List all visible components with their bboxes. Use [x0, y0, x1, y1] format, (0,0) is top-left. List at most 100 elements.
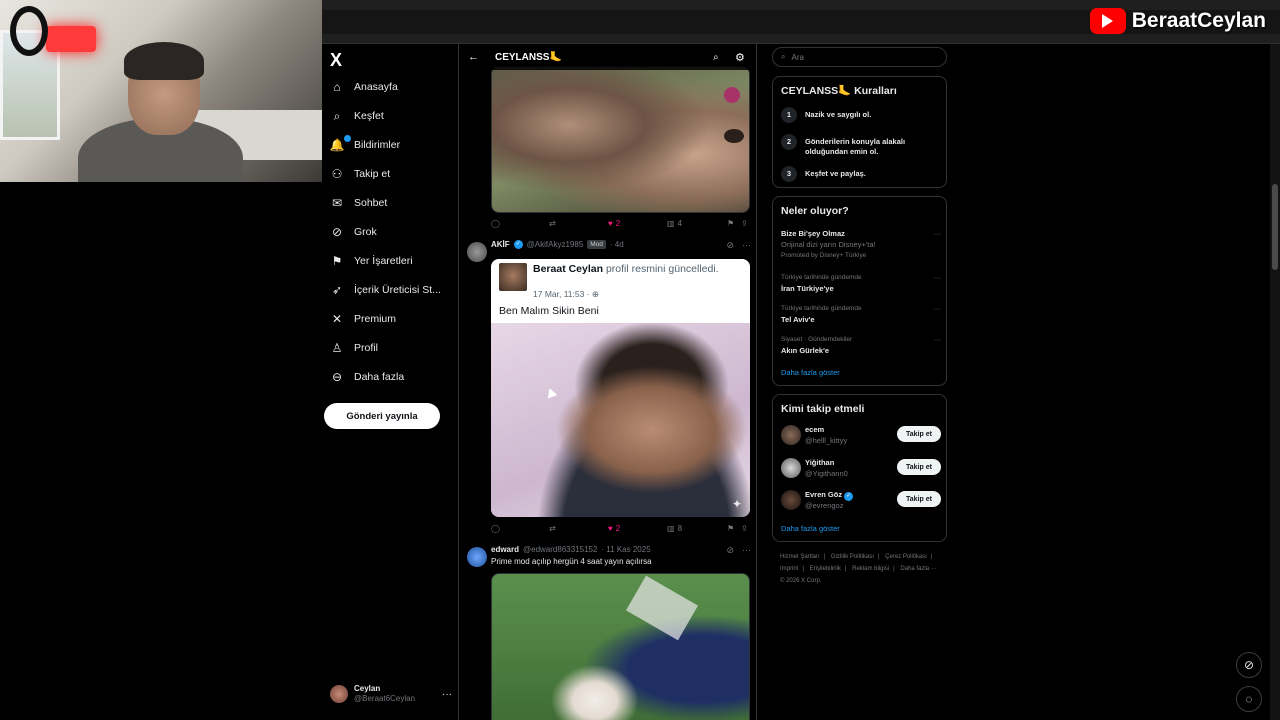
webcam-headphones [10, 6, 48, 56]
nav-item-more[interactable]: ⊖ Daha fazla [330, 366, 404, 388]
nav-item-notifications[interactable]: 🔔 Bildirimler [330, 134, 400, 156]
more-icon[interactable]: ··· [934, 228, 942, 239]
who-to-follow-panel: Kimi takip etmeli ecem @helll_kittyy Tak… [772, 394, 947, 542]
show-more-link[interactable]: Daha fazla göster [781, 524, 840, 533]
avatar[interactable] [467, 242, 487, 262]
rocket-icon: ➶ [331, 283, 343, 297]
show-more-link[interactable]: Daha fazla göster [781, 368, 840, 377]
scrollbar[interactable] [1270, 44, 1280, 720]
footer-link[interactable]: Reklam bilgisi [852, 566, 889, 572]
footer-link[interactable]: Çerez Politikası [885, 554, 927, 560]
rule-item: 1 Nazik ve saygılı ol. [781, 107, 941, 123]
nav-item-chat[interactable]: ✉ Sohbet [330, 192, 387, 214]
scrollbar-thumb[interactable] [1272, 184, 1278, 270]
reply-icon[interactable]: ◯ [491, 219, 500, 228]
post-media-image[interactable] [491, 66, 750, 213]
footer-link[interactable]: Gizlilik Politikası [831, 554, 874, 560]
trends-title: Neler oluyor? [781, 205, 849, 217]
trend-item[interactable]: Siyaset · Gündemdekiler Akın Gürlek'e ··… [781, 334, 941, 356]
nav-item-label: İçerik Üreticisi St... [354, 284, 441, 296]
nav-item-profile[interactable]: ♙ Profil [330, 337, 378, 359]
post-time[interactable]: · 11 Kas 2025 [601, 545, 650, 554]
reply-icon[interactable]: ◯ [491, 524, 500, 533]
rules-title: CEYLANSS🦶 Kuralları [781, 85, 897, 97]
bookmark-icon[interactable]: ⚑ [727, 219, 734, 228]
follow-button[interactable]: Takip et [897, 491, 941, 507]
repost-icon[interactable]: ⇄ [549, 524, 556, 533]
footer-link[interactable]: Daha fazla ··· [900, 566, 936, 572]
gear-icon[interactable]: ⚙ [735, 51, 745, 64]
more-icon[interactable]: ··· [442, 689, 452, 700]
views-button[interactable]: ▥ 4 [667, 219, 682, 228]
nav-item-bookmarks[interactable]: ⚑ Yer İşaretleri [330, 250, 413, 272]
like-button[interactable]: ♥ 2 [608, 524, 620, 533]
messages-floating-icon[interactable]: ◌ [1236, 686, 1262, 712]
verified-badge-icon: ✓ [844, 492, 854, 501]
post-author[interactable]: edward [491, 545, 519, 554]
trend-item[interactable]: Türkiye tarihinde gündemde İran Türkiye'… [781, 272, 941, 294]
post-header: AKİF ✓ @AkifAkyz1985 Mod · 4d ⊘ ··· [467, 240, 751, 262]
like-button[interactable]: ♥ 2 [608, 219, 620, 228]
trend-item[interactable]: Türkiye tarihinde gündemde Tel Aviv'e ··… [781, 303, 941, 325]
nav-item-home[interactable]: ⌂ Anasayfa [330, 76, 397, 98]
rule-item: 3 Keşfet ve paylaş. [781, 166, 941, 182]
copyright: © 2026 X Corp. [780, 578, 822, 584]
post-actions: ◯ ⇄ ♥ 2 ▥ 8 ⚑ ⇪ [491, 521, 749, 535]
more-icon[interactable]: ··· [934, 334, 942, 345]
post-time[interactable]: · 4d [610, 240, 624, 249]
avatar[interactable] [781, 458, 801, 478]
nav-item-premium[interactable]: ✕ Premium [330, 308, 396, 330]
repost-icon[interactable]: ⇄ [549, 219, 556, 228]
back-arrow-icon[interactable]: ← [468, 51, 479, 63]
grok-icon[interactable]: ⊘ [726, 240, 734, 251]
post-button[interactable]: Gönderi yayınla [324, 403, 440, 429]
follow-suggestion: Yiğithan @Yigithann0 Takip et [781, 456, 941, 480]
who-to-follow-title: Kimi takip etmeli [781, 403, 865, 415]
more-circle-icon: ⊖ [331, 370, 343, 384]
share-icon[interactable]: ⇪ [741, 219, 748, 228]
avatar[interactable] [467, 547, 487, 567]
like-count: 2 [615, 218, 621, 228]
post-actions: ◯ ⇄ ♥ 2 ▥ 4 ⚑ ⇪ [491, 216, 749, 230]
post-handle[interactable]: @edward863315152 [523, 545, 597, 554]
quoted-post-image[interactable]: Beraat Ceylan profil resmini güncelledi.… [491, 259, 750, 517]
follow-button[interactable]: Takip et [897, 426, 941, 442]
more-icon[interactable]: ··· [742, 545, 751, 556]
grok-icon[interactable]: ⊘ [726, 545, 734, 556]
page-title: CEYLANSS🦶 [495, 51, 562, 63]
search-icon[interactable]: ⌕ [713, 52, 719, 63]
avatar[interactable] [781, 425, 801, 445]
quote-header: Beraat Ceylan profil resmini güncelledi.… [491, 259, 750, 323]
footer-link[interactable]: Imprint [780, 566, 798, 572]
views-button[interactable]: ▥ 8 [667, 524, 682, 533]
post-media-image[interactable] [491, 573, 750, 720]
x-logo-icon[interactable]: X [330, 50, 342, 71]
search-icon: ⌕ [333, 108, 341, 123]
sparkle-icon: ✦ [731, 497, 742, 511]
avatar [499, 263, 527, 291]
nav-item-follow[interactable]: ⚇ Takip et [330, 163, 391, 185]
post-handle[interactable]: @AkifAkyz1985 [527, 240, 584, 249]
account-switcher[interactable]: Ceylan @Beraat6Ceylan ··· [330, 684, 452, 704]
post-author[interactable]: AKİF [491, 240, 510, 249]
avatar[interactable] [781, 490, 801, 510]
nav-item-label: Grok [354, 226, 377, 238]
follow-button[interactable]: Takip et [897, 459, 941, 475]
nav-item-explore[interactable]: ⌕ Keşfet [330, 105, 384, 127]
footer-link[interactable]: Hizmet Şartları [780, 554, 820, 560]
more-icon[interactable]: ··· [934, 272, 942, 283]
nav-item-creator-studio[interactable]: ➶ İçerik Üreticisi St... [330, 279, 441, 301]
grok-floating-icon[interactable]: ⊘ [1236, 652, 1262, 678]
bell-icon: 🔔 [330, 135, 351, 152]
search-input[interactable]: ⌕ Ara [772, 47, 947, 67]
more-icon[interactable]: ··· [742, 240, 751, 251]
feed-header: ← CEYLANSS🦶 ⌕ ⚙ [459, 44, 756, 70]
bookmark-icon[interactable]: ⚑ [727, 524, 734, 533]
share-icon[interactable]: ⇪ [741, 524, 748, 533]
nav-item-grok[interactable]: ⊘ Grok [330, 221, 377, 243]
home-icon: ⌂ [333, 80, 341, 94]
footer-link[interactable]: Erişilebilirlik [810, 566, 841, 572]
trend-item[interactable]: Bize Bi'şey Olmaz Orijinal dizi yarın Di… [781, 228, 941, 261]
more-icon[interactable]: ··· [934, 303, 942, 314]
quote-author-line: Beraat Ceylan profil resmini güncelledi. [533, 263, 719, 275]
